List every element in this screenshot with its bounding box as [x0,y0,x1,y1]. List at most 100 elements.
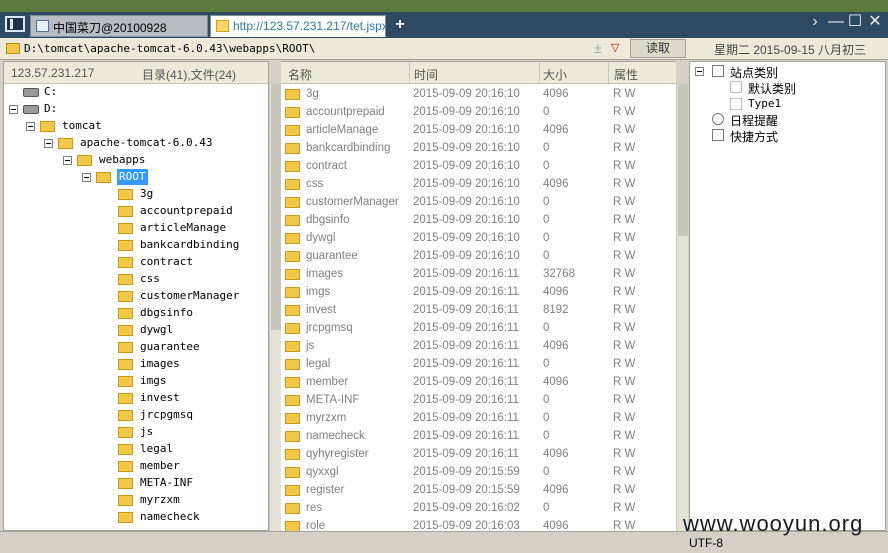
drive-icon [23,105,39,114]
folder-icon [118,342,133,353]
file-list-scroll-thumb[interactable] [678,84,688,236]
folder-icon [118,308,133,319]
table-row[interactable]: customerManager 2015-09-09 20:16:10 0 R W [281,194,676,212]
table-row[interactable]: member 2015-09-09 20:16:11 4096 R W [281,374,676,392]
collapse-icon[interactable] [9,105,18,114]
category-item-icon [730,98,742,110]
folder-icon [118,495,133,506]
folder-icon [285,287,300,298]
category-item-icon [730,81,742,93]
table-row[interactable]: invest 2015-09-09 20:16:11 8192 R W [281,302,676,320]
table-row[interactable]: legal 2015-09-09 20:16:11 0 R W [281,356,676,374]
collapse-icon[interactable] [63,156,72,165]
site-category-icon [712,65,724,77]
folder-icon [285,89,300,100]
table-row[interactable]: dywgl 2015-09-09 20:16:10 0 R W [281,230,676,248]
table-row[interactable]: 3g 2015-09-09 20:16:10 4096 R W [281,86,676,104]
category-type1[interactable]: Type1 [748,97,781,110]
collapse-icon[interactable] [82,173,91,182]
folder-icon [118,427,133,438]
column-name[interactable]: 名称 [288,66,312,83]
chevron-right-icon[interactable]: › [806,13,824,31]
folder-icon [118,189,133,200]
table-row[interactable]: qyhyregister 2015-09-09 20:16:11 4096 R W [281,446,676,464]
table-row[interactable]: guarantee 2015-09-09 20:16:10 0 R W [281,248,676,266]
table-row[interactable]: namecheck 2015-09-09 20:16:11 0 R W [281,428,676,446]
category-panel: 站点类别 默认类别 Type1 日程提醒 快捷方式 [689,61,886,531]
folder-open-icon [96,172,111,183]
table-row[interactable]: res 2015-09-09 20:16:02 0 R W [281,500,676,518]
table-row[interactable]: jrcpgmsq 2015-09-09 20:16:11 0 R W [281,320,676,338]
column-divider[interactable] [409,62,410,84]
directory-summary: 目录(41),文件(24) [142,68,237,82]
table-row[interactable]: articleManage 2015-09-09 20:16:10 4096 R W [281,122,676,140]
read-button[interactable]: 读取 [630,39,686,58]
path-dropdown-icon[interactable]: ▽ [611,41,619,54]
table-row[interactable]: role 2015-09-09 20:16:03 4096 R W [281,518,676,531]
schedule-icon [712,113,724,125]
folder-icon [285,197,300,208]
column-divider[interactable] [539,62,540,84]
tab-file-manager[interactable]: http://123.57.231.217/tet.jspx [210,15,386,37]
directory-panel: 123.57.231.217 目录(41),文件(24) C: D: tomca… [3,61,269,531]
column-attr[interactable]: 属性 [614,66,638,83]
table-row[interactable]: accountprepaid 2015-09-09 20:16:10 0 R W [281,104,676,122]
file-list-header: 名称 时间 大小 属性 [281,62,676,84]
folder-icon [118,376,133,387]
address-bar: D:\tomcat\apache-tomcat-6.0.43\webapps\R… [0,38,888,60]
folder-icon [118,444,133,455]
folder-icon [40,121,55,132]
folder-icon [118,240,133,251]
folder-icon [285,215,300,226]
path-input[interactable]: D:\tomcat\apache-tomcat-6.0.43\webapps\R… [24,42,315,55]
folder-icon [285,269,300,280]
new-tab-button[interactable]: + [392,15,408,35]
directory-scrollbar[interactable] [269,84,281,531]
category-shortcut[interactable]: 快捷方式 [730,128,778,145]
folder-icon [285,359,300,370]
table-row[interactable]: META-INF 2015-09-09 20:16:11 0 R W [281,392,676,410]
table-row[interactable]: contract 2015-09-09 20:16:10 0 R W [281,158,676,176]
file-list: 名称 时间 大小 属性 3g 2015-09-09 20:16:10 4096 R W… [281,61,676,531]
folder-icon [118,223,133,234]
bookmark-icon[interactable]: ± [594,40,602,56]
column-time[interactable]: 时间 [414,66,438,83]
folder-icon [285,521,300,531]
minimize-button[interactable]: — [827,13,845,31]
category-schedule[interactable]: 日程提醒 [730,112,778,129]
column-size[interactable]: 大小 [543,66,567,83]
maximize-button[interactable]: ☐ [846,13,864,31]
folder-icon [285,449,300,460]
table-row[interactable]: css 2015-09-09 20:16:10 4096 R W [281,176,676,194]
folder-icon [58,138,73,149]
table-row[interactable]: register 2015-09-09 20:15:59 4096 R W [281,482,676,500]
column-divider[interactable] [608,62,609,84]
folder-icon [285,377,300,388]
table-row[interactable]: js 2015-09-09 20:16:11 4096 R W [281,338,676,356]
directory-scroll-thumb[interactable] [271,84,281,330]
app-icon[interactable] [5,16,25,32]
folder-icon [216,20,229,32]
tab-home[interactable]: 中国菜刀@20100928 [30,15,208,37]
folder-icon [118,257,133,268]
category-default[interactable]: 默认类别 [748,80,796,97]
folder-icon [77,155,92,166]
tab-file-manager-label: http://123.57.231.217/tet.jspx [233,19,386,33]
desktop-strip [0,0,888,12]
table-row[interactable]: dbgsinfo 2015-09-09 20:16:10 0 R W [281,212,676,230]
table-row[interactable]: imgs 2015-09-09 20:16:11 4096 R W [281,284,676,302]
category-site[interactable]: 站点类别 [730,64,778,81]
folder-icon [118,359,133,370]
collapse-icon[interactable] [695,67,704,76]
table-row[interactable]: qyxxgl 2015-09-09 20:15:59 0 R W [281,464,676,482]
table-row[interactable]: images 2015-09-09 20:16:11 32768 R W [281,266,676,284]
collapse-icon[interactable] [44,139,53,148]
file-list-scrollbar[interactable] [676,84,688,531]
table-row[interactable]: bankcardbinding 2015-09-09 20:16:10 0 R W [281,140,676,158]
close-button[interactable]: ✕ [866,13,884,31]
table-row[interactable]: myrzxm 2015-09-09 20:16:11 0 R W [281,410,676,428]
collapse-icon[interactable] [26,122,35,131]
folder-icon [118,478,133,489]
tab-bar: 中国菜刀@20100928 http://123.57.231.217/tet.… [0,0,888,38]
window-icon [36,20,49,32]
